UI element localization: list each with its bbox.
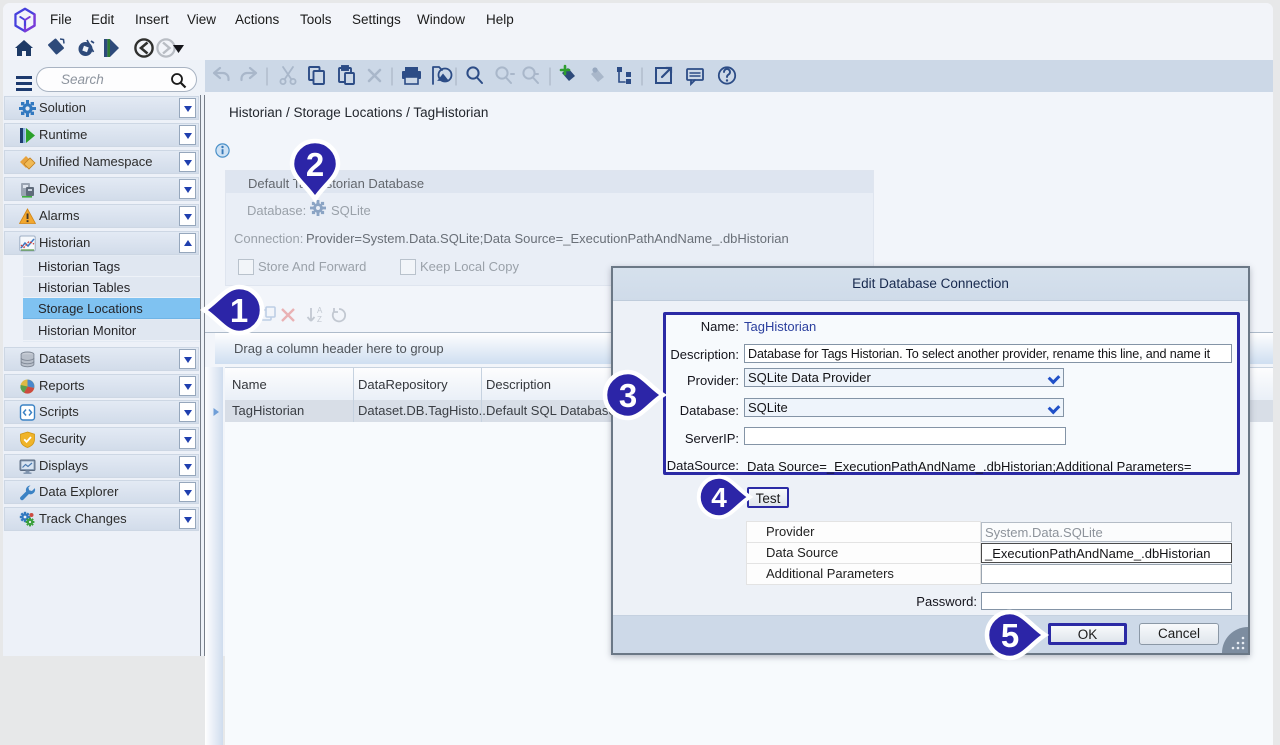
svg-text:A: A — [317, 306, 323, 315]
svg-text:Z: Z — [317, 315, 322, 324]
